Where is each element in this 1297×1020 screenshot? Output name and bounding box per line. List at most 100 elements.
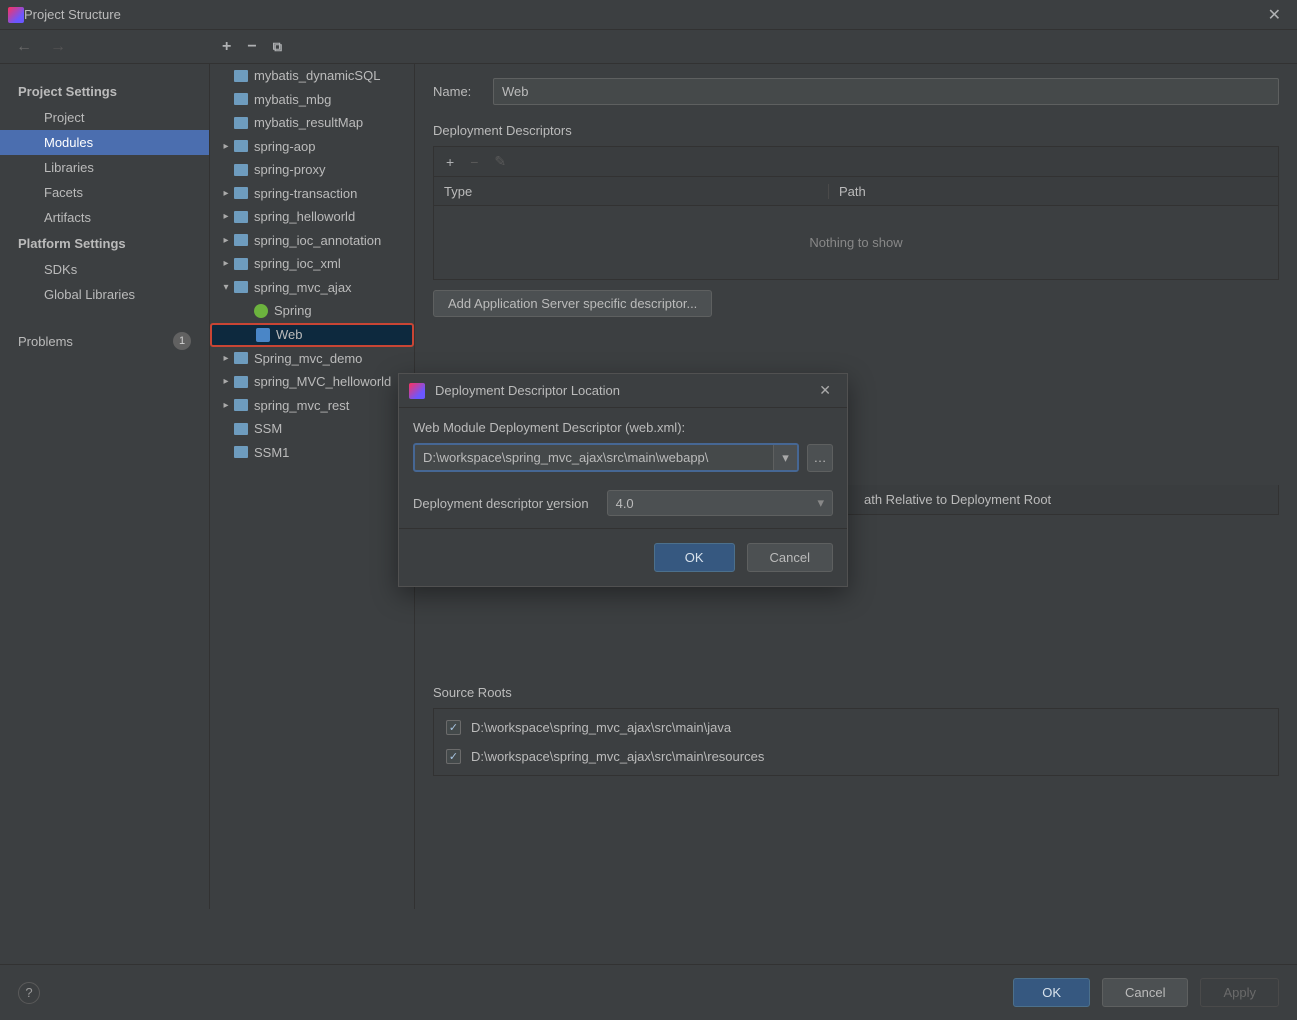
tree-item-spring-mvc-demo[interactable]: ▸ Spring_mvc_demo bbox=[210, 347, 414, 371]
sidebar-item-libraries[interactable]: Libraries bbox=[0, 155, 209, 180]
chevron-icon[interactable]: ▸ bbox=[218, 400, 234, 411]
sidebar-item-global-libs[interactable]: Global Libraries bbox=[0, 282, 209, 307]
name-input[interactable] bbox=[493, 78, 1279, 105]
tree-item-label: SSM1 bbox=[254, 445, 289, 460]
checkbox-icon[interactable]: ✓ bbox=[446, 720, 461, 735]
tree-item-label: Spring bbox=[274, 303, 312, 318]
tree-item-spring-helloworld[interactable]: ▸ spring_helloworld bbox=[210, 205, 414, 229]
dd-edit-icon: ✎ bbox=[494, 153, 506, 170]
tree-item-spring-proxy[interactable]: ▸spring-proxy bbox=[210, 158, 414, 182]
folder-icon bbox=[234, 93, 248, 105]
dd-remove-icon: − bbox=[470, 154, 478, 170]
sidebar-item-project[interactable]: Project bbox=[0, 105, 209, 130]
project-settings-heading: Project Settings bbox=[0, 78, 209, 105]
help-icon[interactable]: ? bbox=[18, 982, 40, 1004]
dialog-cancel-button[interactable]: Cancel bbox=[747, 543, 833, 572]
tree-item-spring-mvc-ajax[interactable]: ▾ spring_mvc_ajax bbox=[210, 276, 414, 300]
tree-item-label: spring-aop bbox=[254, 139, 315, 154]
version-select[interactable]: 4.0 ▾ bbox=[607, 490, 833, 516]
tree-item-mybatis-mbg[interactable]: ▸mybatis_mbg bbox=[210, 88, 414, 112]
nav-arrows: ← → bbox=[0, 38, 210, 56]
chevron-icon[interactable]: ▸ bbox=[218, 211, 234, 222]
folder-icon bbox=[234, 281, 248, 293]
tree-item-label: Web bbox=[276, 327, 303, 342]
tree-item-label: spring_helloworld bbox=[254, 209, 355, 224]
source-root-row[interactable]: ✓ D:\workspace\spring_mvc_ajax\src\main\… bbox=[440, 713, 1272, 742]
tree-item-ssm1[interactable]: ▸SSM1 bbox=[210, 441, 414, 465]
sidebar-item-problems[interactable]: Problems 1 bbox=[0, 327, 209, 355]
folder-icon bbox=[234, 376, 248, 388]
web-icon bbox=[256, 328, 270, 342]
tree-item-label: Spring_mvc_demo bbox=[254, 351, 362, 366]
dd-table-header: Type Path bbox=[433, 176, 1279, 206]
chevron-icon[interactable]: ▸ bbox=[218, 353, 234, 364]
tree-item-label: mybatis_mbg bbox=[254, 92, 331, 107]
tree-item-spring-ioc-xml[interactable]: ▸spring_ioc_xml bbox=[210, 252, 414, 276]
dropdown-icon: ▾ bbox=[817, 495, 824, 511]
tree-item-spring[interactable]: ▸Spring bbox=[210, 299, 414, 323]
tree-item-web[interactable]: ▸Web bbox=[210, 323, 414, 347]
sidebar-item-modules[interactable]: Modules bbox=[0, 130, 209, 155]
tree-item-spring-transaction[interactable]: ▸ spring-transaction bbox=[210, 182, 414, 206]
tree-item-label: spring_mvc_ajax bbox=[254, 280, 352, 295]
sidebar-item-sdks[interactable]: SDKs bbox=[0, 257, 209, 282]
chevron-icon[interactable]: ▸ bbox=[218, 258, 234, 269]
tree-item-spring-aop[interactable]: ▸ spring-aop bbox=[210, 135, 414, 159]
chevron-icon[interactable]: ▾ bbox=[218, 282, 234, 293]
chevron-icon[interactable]: ▸ bbox=[218, 188, 234, 199]
tree-item-mybatis-dynamicsql[interactable]: ▸mybatis_dynamicSQL bbox=[210, 64, 414, 88]
tree-item-label: spring-proxy bbox=[254, 162, 326, 177]
name-label: Name: bbox=[433, 84, 493, 99]
dd-toolbar: + − ✎ bbox=[433, 146, 1279, 176]
spring-icon bbox=[254, 304, 268, 318]
sidebar-item-facets[interactable]: Facets bbox=[0, 180, 209, 205]
chevron-icon[interactable]: ▸ bbox=[218, 141, 234, 152]
module-tree: ▸mybatis_dynamicSQL▸mybatis_mbg▸mybatis_… bbox=[210, 64, 415, 909]
forward-icon[interactable]: → bbox=[50, 38, 66, 56]
col-path: Path bbox=[829, 184, 876, 199]
cancel-button[interactable]: Cancel bbox=[1102, 978, 1188, 1007]
folder-icon bbox=[234, 399, 248, 411]
copy-icon[interactable]: ⧉ bbox=[273, 39, 282, 55]
dd-path-combo[interactable]: ▾ bbox=[413, 443, 799, 472]
source-roots-title: Source Roots bbox=[433, 685, 1279, 700]
source-root-row[interactable]: ✓ D:\workspace\spring_mvc_ajax\src\main\… bbox=[440, 742, 1272, 771]
apply-button: Apply bbox=[1200, 978, 1279, 1007]
dialog-ok-button[interactable]: OK bbox=[654, 543, 735, 572]
folder-icon bbox=[234, 117, 248, 129]
checkbox-icon[interactable]: ✓ bbox=[446, 749, 461, 764]
tree-item-label: spring_ioc_annotation bbox=[254, 233, 381, 248]
tree-item-label: spring-transaction bbox=[254, 186, 357, 201]
tree-item-spring-mvc-rest[interactable]: ▸ spring_mvc_rest bbox=[210, 394, 414, 418]
ok-button[interactable]: OK bbox=[1013, 978, 1090, 1007]
version-label: Deployment descriptor version bbox=[413, 496, 589, 511]
dd-add-icon[interactable]: + bbox=[446, 154, 454, 170]
tree-item-ssm[interactable]: ▸SSM bbox=[210, 417, 414, 441]
back-icon[interactable]: ← bbox=[16, 38, 32, 56]
source-root-path: D:\workspace\spring_mvc_ajax\src\main\re… bbox=[471, 749, 764, 764]
remove-icon[interactable]: − bbox=[247, 38, 256, 56]
folder-icon bbox=[234, 234, 248, 246]
folder-icon bbox=[234, 140, 248, 152]
close-icon[interactable]: ✕ bbox=[1260, 1, 1289, 29]
bottombar: ? OK Cancel Apply bbox=[0, 964, 1297, 1020]
dialog-title: Deployment Descriptor Location bbox=[435, 383, 813, 398]
browse-button[interactable]: … bbox=[807, 444, 833, 472]
dialog-close-icon[interactable]: ✕ bbox=[813, 380, 837, 401]
folder-icon bbox=[234, 211, 248, 223]
tree-item-spring-mvc-helloworld[interactable]: ▸spring_MVC_helloworld bbox=[210, 370, 414, 394]
tree-item-mybatis-resultmap[interactable]: ▸mybatis_resultMap bbox=[210, 111, 414, 135]
tree-item-label: mybatis_dynamicSQL bbox=[254, 68, 380, 83]
sidebar-item-artifacts[interactable]: Artifacts bbox=[0, 205, 209, 230]
chevron-icon[interactable]: ▸ bbox=[218, 235, 234, 246]
platform-settings-heading: Platform Settings bbox=[0, 230, 209, 257]
tree-item-spring-ioc-annotation[interactable]: ▸ spring_ioc_annotation bbox=[210, 229, 414, 253]
col-type: Type bbox=[434, 184, 829, 199]
tree-item-label: spring_mvc_rest bbox=[254, 398, 349, 413]
add-icon[interactable]: + bbox=[222, 38, 231, 56]
dd-path-input[interactable] bbox=[415, 445, 773, 470]
add-server-descriptor-button[interactable]: Add Application Server specific descript… bbox=[433, 290, 712, 317]
chevron-icon[interactable]: ▸ bbox=[218, 376, 234, 387]
folder-icon bbox=[234, 446, 248, 458]
dropdown-icon[interactable]: ▾ bbox=[773, 445, 797, 470]
